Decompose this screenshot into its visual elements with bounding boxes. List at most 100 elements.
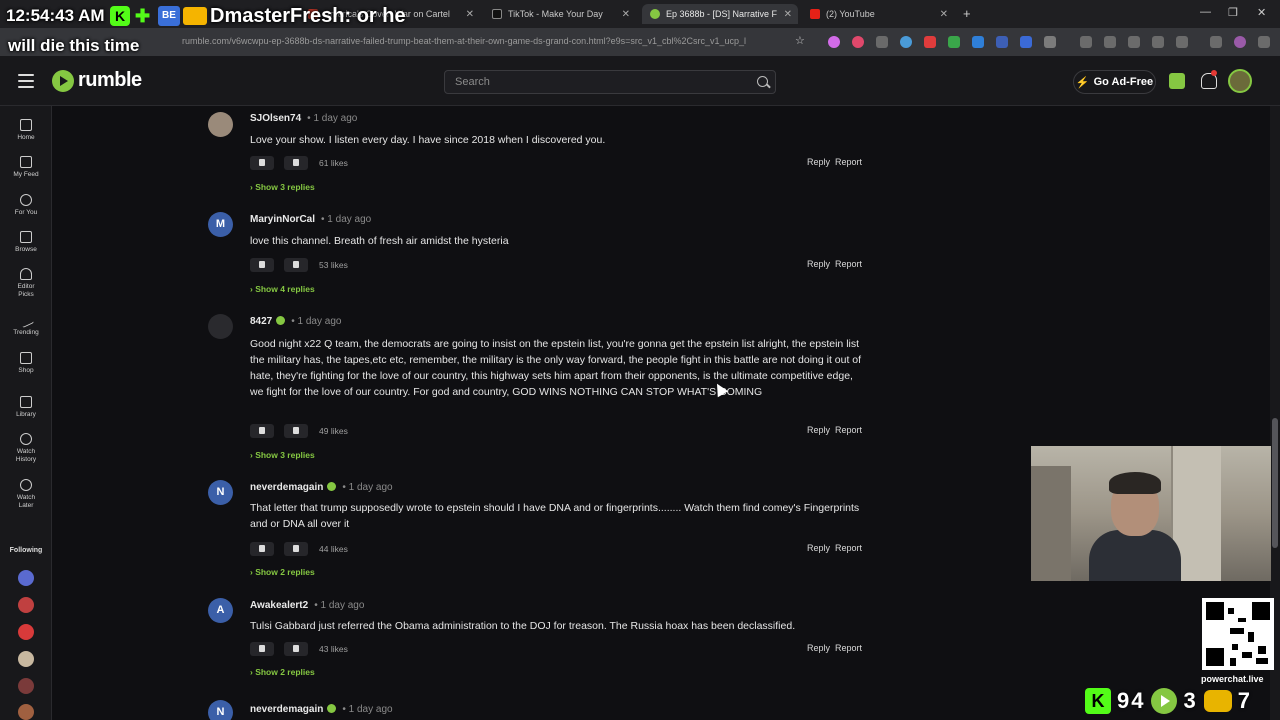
- report-button[interactable]: Report: [835, 259, 862, 269]
- commenter-username[interactable]: 8427: [250, 316, 272, 327]
- search-input[interactable]: [445, 71, 735, 93]
- maximize-icon[interactable]: ❐: [1228, 6, 1238, 19]
- commenter-avatar[interactable]: [208, 314, 233, 339]
- hamburger-menu-icon[interactable]: [18, 74, 34, 88]
- extension-icon[interactable]: [1020, 36, 1032, 48]
- extension-icon[interactable]: [924, 36, 936, 48]
- new-tab-button[interactable]: +: [963, 6, 971, 21]
- thumbs-down-icon[interactable]: [284, 156, 308, 170]
- show-replies-button[interactable]: › Show 4 replies: [250, 284, 315, 294]
- comment-actions: 43 likes Reply Report: [250, 642, 862, 658]
- extension-icon[interactable]: [876, 36, 888, 48]
- show-replies-button[interactable]: › Show 3 replies: [250, 450, 315, 460]
- extension-icon[interactable]: [828, 36, 840, 48]
- rumble-viewer-count: 3: [1183, 688, 1198, 713]
- commenter-username[interactable]: neverdemagain: [250, 704, 323, 715]
- reply-button[interactable]: Reply: [807, 259, 830, 269]
- followed-channel-avatar[interactable]: [18, 597, 34, 613]
- thumbs-up-icon[interactable]: [250, 156, 274, 170]
- followed-channel-avatar[interactable]: [18, 651, 34, 667]
- nav-item-watch-history[interactable]: Watch History: [0, 433, 52, 464]
- reply-button[interactable]: Reply: [807, 425, 830, 435]
- go-ad-free-button[interactable]: ⚡ Go Ad-Free: [1073, 70, 1156, 94]
- followed-channel-avatar[interactable]: [18, 624, 34, 640]
- commenter-username[interactable]: SJOlsen74: [250, 113, 301, 124]
- extension-icon[interactable]: [948, 36, 960, 48]
- extension-icon[interactable]: [996, 36, 1008, 48]
- rumble-logo[interactable]: rumble: [52, 69, 142, 92]
- commenter-avatar[interactable]: N: [208, 480, 233, 505]
- nav-item-for-you[interactable]: For You: [0, 194, 52, 217]
- browser-tab-4[interactable]: (2) YouTube ✕: [802, 4, 954, 24]
- user-avatar[interactable]: [1228, 69, 1252, 93]
- report-button[interactable]: Report: [835, 643, 862, 653]
- nav-item-shop[interactable]: Shop: [0, 352, 52, 375]
- followed-channel-avatar[interactable]: [18, 570, 34, 586]
- comment-header: SJOlsen74 • 1 day ago: [250, 113, 357, 124]
- report-button[interactable]: Report: [835, 425, 862, 435]
- extension-icon[interactable]: [852, 36, 864, 48]
- report-button[interactable]: Report: [835, 157, 862, 167]
- reply-button[interactable]: Reply: [807, 157, 830, 167]
- rumble-favicon-icon: [650, 9, 660, 19]
- more-icon[interactable]: [1258, 36, 1270, 48]
- comment-text: Good night x22 Q team, the democrats are…: [250, 338, 862, 398]
- nav-item-library[interactable]: Library: [0, 396, 52, 419]
- reply-button[interactable]: Reply: [807, 543, 830, 553]
- profile-avatar[interactable]: [1234, 36, 1246, 48]
- url-field[interactable]: rumble.com/v6wcwpu-ep-3688b-ds-narrative…: [182, 36, 746, 46]
- nav-label: My Feed: [13, 171, 39, 178]
- download-icon[interactable]: [1176, 36, 1188, 48]
- nav-item-editor-picks[interactable]: Editor Picks: [0, 268, 52, 299]
- commenter-avatar[interactable]: N: [208, 700, 233, 720]
- devtools-icon[interactable]: [1128, 36, 1140, 48]
- nav-label: Editor Picks: [17, 283, 35, 298]
- sidebar-icon[interactable]: [1152, 36, 1164, 48]
- thumbs-down-icon[interactable]: [284, 258, 308, 272]
- comment-text: Love your show. I listen every day. I ha…: [250, 134, 606, 146]
- commenter-username[interactable]: Awakealert2: [250, 600, 308, 611]
- close-tab-icon[interactable]: ✕: [940, 9, 948, 20]
- bookmark-star-icon[interactable]: ☆: [795, 34, 807, 47]
- report-button[interactable]: Report: [835, 543, 862, 553]
- thumbs-up-icon[interactable]: [250, 542, 274, 556]
- upload-video-icon[interactable]: [1169, 73, 1185, 89]
- minimize-icon[interactable]: —: [1200, 6, 1211, 18]
- show-replies-button[interactable]: › Show 2 replies: [250, 567, 315, 577]
- nav-item-watch-later[interactable]: Watch Later: [0, 479, 52, 510]
- followed-channel-avatar[interactable]: [18, 678, 34, 694]
- scrollbar-thumb[interactable]: [1272, 418, 1278, 548]
- nav-item-browse[interactable]: Browse: [0, 231, 52, 254]
- close-tab-icon[interactable]: ✕: [784, 9, 792, 20]
- thumbs-down-icon[interactable]: [284, 542, 308, 556]
- commenter-avatar[interactable]: A: [208, 598, 233, 623]
- thumbs-down-icon[interactable]: [284, 424, 308, 438]
- commenter-avatar[interactable]: M: [208, 212, 233, 237]
- nav-item-trending[interactable]: Trending: [0, 312, 52, 337]
- show-replies-button[interactable]: › Show 3 replies: [250, 182, 315, 192]
- settings-icon[interactable]: [1104, 36, 1116, 48]
- close-window-icon[interactable]: ✕: [1257, 6, 1266, 19]
- browser-tab-3-active[interactable]: Ep 3688b - [DS] Narrative F ✕: [642, 4, 798, 24]
- followed-channel-avatar[interactable]: [18, 704, 34, 720]
- extension-icon[interactable]: [972, 36, 984, 48]
- search-icon[interactable]: [757, 76, 768, 87]
- close-tab-icon[interactable]: ✕: [466, 9, 474, 20]
- nav-item-my-feed[interactable]: My Feed: [0, 156, 52, 179]
- extensions-puzzle-icon[interactable]: [1044, 36, 1056, 48]
- menu-icon[interactable]: [1210, 36, 1222, 48]
- commenter-username[interactable]: MaryinNorCal: [250, 214, 315, 225]
- thumbs-down-icon[interactable]: [284, 642, 308, 656]
- thumbs-up-icon[interactable]: [250, 642, 274, 656]
- thumbs-up-icon[interactable]: [250, 424, 274, 438]
- reply-button[interactable]: Reply: [807, 643, 830, 653]
- commenter-username[interactable]: neverdemagain: [250, 482, 323, 493]
- show-replies-button[interactable]: › Show 2 replies: [250, 667, 315, 677]
- nav-item-home[interactable]: Home: [0, 119, 52, 142]
- extension-icon[interactable]: [900, 36, 912, 48]
- history-icon[interactable]: [1080, 36, 1092, 48]
- thumbs-up-icon[interactable]: [250, 258, 274, 272]
- commenter-avatar[interactable]: [208, 112, 233, 137]
- browser-tab-2[interactable]: TikTok - Make Your Day ✕: [484, 4, 636, 24]
- close-tab-icon[interactable]: ✕: [622, 9, 630, 20]
